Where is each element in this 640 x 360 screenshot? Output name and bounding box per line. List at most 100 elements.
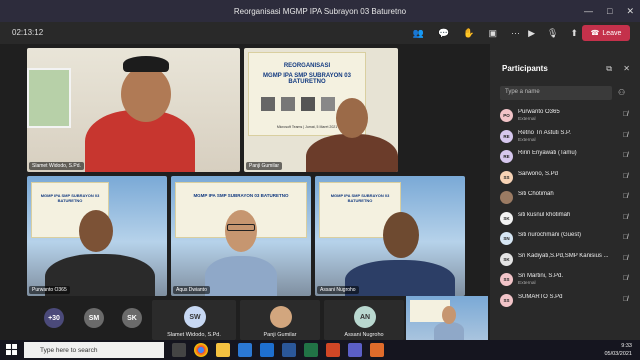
video-tile[interactable]: MGMP IPA SMP SUBRAYON 03 BATURETNO Aqus … [171, 176, 311, 296]
media-icon[interactable] [370, 343, 384, 357]
banner-heading: REORGANISASI [283, 62, 331, 69]
participant-tile-name: Panji Gumilar [263, 332, 297, 338]
avatar-initials: PO [503, 113, 510, 118]
windows-start-icon[interactable] [6, 344, 17, 355]
list-item[interactable]: SK Sri Kadiyati,S.Pd,SMP Kanisius ... 🎙̸ [490, 250, 640, 271]
video-tile[interactable]: REORGANISASI MGMP IPA SMP SUBRAYON 03 BA… [244, 48, 398, 172]
maximize-button[interactable]: □ [607, 6, 612, 16]
participant-tile-name: Slamet Widodo, S.Pd. [167, 332, 221, 338]
avatar [270, 306, 292, 328]
phone-icon: ☎ [590, 30, 600, 37]
self-view-tile[interactable] [406, 296, 488, 340]
system-clock[interactable]: 9:33 05/03/2021 [604, 342, 632, 358]
mic-muted-icon: 🎙̸ [622, 172, 628, 180]
list-item[interactable]: Siti Chotimah 🎙̸ [490, 188, 640, 209]
leave-button[interactable]: ☎ Leave [582, 25, 630, 41]
list-item[interactable]: RE Ririn Eriyawati (Tamu) 🎙̸ [490, 147, 640, 168]
avatar-initials: SW [189, 313, 201, 321]
mic-muted-icon: 🎙̸ [622, 152, 628, 159]
participant-name-label: Panji Gumilar [246, 162, 283, 170]
taskbar-search-placeholder: Type here to search [40, 346, 98, 354]
participant-name: Sri Martini, S.Pd. [518, 273, 564, 279]
participant-tile-name: Assani Nugroho [344, 332, 384, 338]
participant-tag: External [518, 137, 536, 143]
list-item[interactable]: SK siti kusnul khotimah 🎙̸ [490, 209, 640, 230]
mic-muted-icon: 🎙̸ [622, 234, 628, 241]
avatar-initials: SS [503, 297, 510, 303]
minimize-button[interactable]: — [584, 6, 593, 16]
avatar-initials: RE [503, 154, 510, 159]
banner-subheading: MGMP IPA SMP SUBRAYON 03 BATURETNO [40, 192, 100, 203]
close-window-button[interactable]: ✕ [626, 6, 634, 17]
close-icon[interactable]: ✕ [623, 64, 630, 73]
mail-icon[interactable] [260, 343, 274, 357]
participants-panel: Participants ⧉ ✕ Type a name ⚇ PO Purwan… [490, 44, 640, 340]
avatar: SS [500, 170, 513, 184]
store-icon[interactable] [238, 343, 252, 357]
excel-icon[interactable] [304, 343, 318, 357]
participant-name: Siti nurochmani (Guest) [518, 232, 582, 238]
meeting-toolbar: 02:13:12 👥 💬 ✋ ▣ ··· ▶ 🎙 ⬆ ☎ Leave [0, 22, 640, 44]
participant-name: Purwanto O365 [518, 109, 560, 115]
avatar-initials: SN [503, 236, 510, 241]
banner-subheading: MGMP IPA SMP SUBRAYON 03 BATURETNO [330, 192, 390, 203]
avatar[interactable]: SM [84, 308, 104, 328]
avatar-initials: SK [503, 256, 510, 262]
mic-muted-icon: 🎙̸ [622, 193, 628, 200]
overflow-count: +30 [48, 314, 60, 322]
avatar: SK [500, 211, 513, 225]
list-item[interactable]: SS SUMARTO S.Pd 🎙̸ [490, 291, 640, 312]
add-people-icon[interactable]: ⚇ [618, 88, 625, 97]
overflow-participants-button[interactable]: +30 [44, 308, 64, 328]
participant-name: Retno Tri Astuti S.P. [518, 129, 571, 136]
participant-tag: External [518, 281, 536, 286]
breakout-rooms-icon[interactable]: ▣ [488, 28, 497, 39]
video-tile[interactable]: Slamet Widodo, S.Pd. [27, 48, 240, 172]
avatar: RE [500, 150, 513, 163]
list-item[interactable]: RE Retno Tri Astuti S.P. External 🎙̸ [490, 127, 640, 148]
leave-label: Leave [602, 29, 622, 37]
chrome-icon[interactable] [194, 343, 208, 357]
video-tile[interactable]: MGMP IPA SMP SUBRAYON 03 BATURETNO Purwa… [27, 176, 167, 296]
banner-subheading: MGMP IPA SMP SUBRAYON 03 BATURETNO [263, 72, 351, 85]
list-item[interactable]: SS Sri Martini, S.Pd. External 🎙̸ [490, 270, 640, 291]
camera-icon[interactable]: ▶ [528, 28, 535, 39]
participant-name-label: Assani Nugroho [317, 286, 359, 294]
raise-hand-icon[interactable]: ✋ [463, 28, 474, 39]
list-item[interactable]: SS Sarwono, S.Pd 🎙̸ [490, 168, 640, 189]
chat-icon[interactable]: 💬 [438, 28, 449, 39]
list-item[interactable]: SN Siti nurochmani (Guest) 🎙̸ [490, 229, 640, 250]
avatar: RE [500, 129, 513, 143]
avatar[interactable]: SK [122, 308, 142, 328]
participant-tile[interactable]: Panji Gumilar [240, 300, 320, 340]
participant-name: Sarwono, S.Pd [518, 170, 559, 177]
avatar: SW [184, 306, 206, 328]
avatar: SS [500, 273, 513, 286]
share-screen-icon[interactable]: ⬆ [570, 28, 578, 39]
participant-search-input[interactable]: Type a name [500, 86, 612, 100]
powerpoint-icon[interactable] [326, 343, 340, 357]
participant-tile[interactable]: SW Slamet Widodo, S.Pd. [152, 300, 236, 340]
mic-icon[interactable]: 🎙 [547, 28, 558, 39]
avatar-initials: RE [503, 133, 510, 139]
people-icon[interactable]: 👥 [413, 28, 424, 39]
window-title: Reorganisasi MGMP IPA Subrayon 03 Bature… [233, 6, 407, 16]
avatar: PO [500, 109, 513, 122]
file-explorer-icon[interactable] [216, 343, 230, 357]
more-actions-icon[interactable]: ··· [511, 28, 520, 38]
popout-icon[interactable]: ⧉ [606, 64, 612, 74]
list-item[interactable]: PO Purwanto O365 External 🎙̸ [490, 106, 640, 127]
participant-name: Siti Chotimah [518, 191, 554, 197]
avatar [500, 191, 513, 204]
title-bar: Reorganisasi MGMP IPA Subrayon 03 Bature… [0, 0, 640, 22]
participant-name: Sri Kadiyati,S.Pd,SMP Kanisius ... [518, 252, 609, 259]
video-tile[interactable]: MGMP IPA SMP SUBRAYON 03 BATURETNO Assan… [315, 176, 465, 296]
participant-tile[interactable]: AN Assani Nugroho [324, 300, 404, 340]
banner-subheading: MGMP IPA SMP SUBRAYON 03 BATURETNO [193, 192, 289, 198]
teams-icon[interactable] [348, 343, 362, 357]
taskbar-search-input[interactable]: Type here to search [24, 342, 164, 358]
clock-date: 05/03/2021 [604, 351, 632, 357]
task-view-icon[interactable] [172, 343, 186, 357]
word-icon[interactable] [282, 343, 296, 357]
mic-muted-icon: 🎙̸ [622, 213, 628, 221]
